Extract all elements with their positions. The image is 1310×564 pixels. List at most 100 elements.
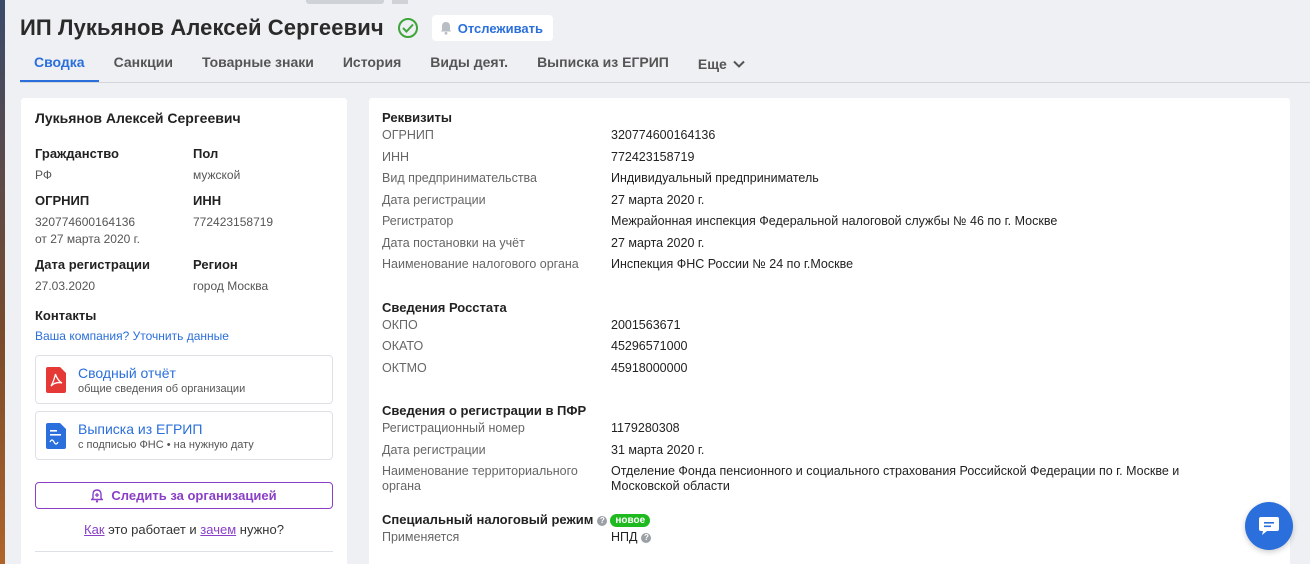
- summary-report-subtitle: общие сведения об организации: [78, 382, 246, 395]
- row-value: Отделение Фонда пенсионного и социальног…: [611, 464, 1180, 493]
- pdf-icon: [46, 366, 66, 393]
- page-title: ИП Лукьянов Алексей Сергеевич: [20, 15, 384, 40]
- egrip-extract-button[interactable]: Выписка из ЕГРИП с подписью ФНС • на нуж…: [35, 411, 333, 460]
- contacts-label: Контакты: [35, 308, 97, 323]
- row-key: ОКТМО: [382, 360, 427, 375]
- why-link[interactable]: зачем: [200, 522, 236, 537]
- row-value: Межрайонная инспекция Федеральной налого…: [611, 214, 1058, 228]
- citizenship-cell: Гражданство РФ: [35, 146, 193, 184]
- rosstat-list: ОКПО 2001563671 ОКАТО 45296571000 ОКТМО 459…: [382, 318, 1277, 383]
- row-value: 1179280308: [611, 421, 680, 435]
- regdate-cell: Дата регистрации 27.03.2020: [35, 257, 193, 295]
- help-icon[interactable]: ?: [641, 533, 652, 543]
- help-icon[interactable]: ?: [597, 516, 608, 526]
- region-label: Регион: [193, 257, 238, 272]
- gender-label: Пол: [193, 146, 219, 161]
- row-key: Дата постановки на учёт: [382, 235, 525, 250]
- list-item: Наименование налогового органа Инспекция …: [382, 257, 1277, 279]
- list-item: Дата постановки на учёт 27 марта 2020 г.: [382, 236, 1277, 258]
- ogrnip-value: 320774600164136: [35, 215, 136, 229]
- list-item: ОГРНИП 320774600164136: [382, 128, 1277, 150]
- row-key: Регистрационный номер: [382, 421, 525, 435]
- row-value: Инспекция ФНС России № 24 по г.Москве: [611, 257, 854, 271]
- top-scroll-stub-small: [392, 0, 408, 4]
- tab-summary[interactable]: Сводка: [20, 46, 99, 82]
- row-value: 772423158719: [611, 149, 695, 164]
- summary-report-button[interactable]: Сводный отчёт общие сведения об организа…: [35, 355, 333, 404]
- bell-plus-icon: [91, 488, 104, 503]
- tax-regime-title: Специальный налоговый режим: [382, 512, 594, 527]
- row-value: 320774600164136: [611, 128, 716, 142]
- chat-bubble-icon: [1259, 517, 1279, 535]
- requisites-title: Реквизиты: [382, 110, 452, 125]
- follow-organization-button[interactable]: Следить за организацией: [35, 482, 333, 509]
- summary-report-title: Сводный отчёт: [78, 364, 176, 381]
- row-key: Дата регистрации: [382, 442, 486, 457]
- row-value: 27 марта 2020 г.: [611, 192, 705, 207]
- person-facts: Гражданство РФ Пол мужской ОГРНИП 320774…: [35, 146, 333, 304]
- document-icon: [46, 422, 66, 449]
- window-edge: [0, 0, 5, 564]
- ogrnip-cell: ОГРНИП 320774600164136 от 27 марта 2020 …: [35, 193, 193, 248]
- tab-more[interactable]: Еще: [684, 46, 759, 82]
- list-item: ОКТМО 45918000000: [382, 361, 1277, 383]
- row-key: ИНН: [382, 149, 410, 164]
- row-value: 45918000000: [611, 360, 688, 375]
- egrip-extract-title: Выписка из ЕГРИП: [78, 420, 203, 437]
- row-key: Наименование территориального органа: [382, 464, 578, 493]
- row-key: Применяется: [382, 530, 460, 544]
- chevron-down-icon: [733, 60, 745, 68]
- row-key: Дата регистрации: [382, 192, 486, 207]
- list-item: Регистратор Межрайонная инспекция Федерал…: [382, 214, 1277, 236]
- bell-icon: [440, 22, 451, 35]
- new-badge: новое: [610, 514, 651, 527]
- how-end-text: нужно?: [236, 522, 284, 537]
- row-key: ОКПО: [382, 317, 418, 332]
- tab-history[interactable]: История: [329, 46, 415, 82]
- pfr-list: Регистрационный номер 1179280308 Дата рег…: [382, 421, 1277, 493]
- tab-trademarks[interactable]: Товарные знаки: [188, 46, 328, 82]
- top-scroll-stub: [306, 0, 384, 4]
- how-link[interactable]: Как: [84, 522, 105, 537]
- row-key: ОГРНИП: [382, 128, 434, 142]
- card-divider: [35, 551, 333, 552]
- tab-sanctions[interactable]: Санкции: [100, 46, 187, 82]
- egrip-extract-subtitle: с подписью ФНС • на нужную дату: [78, 438, 254, 451]
- list-item: Регистрационный номер 1179280308: [382, 421, 1277, 443]
- regdate-label: Дата регистрации: [35, 257, 151, 272]
- row-key: Вид предпринимательства: [382, 171, 537, 185]
- inn-cell: ИНН 772423158719: [193, 193, 333, 248]
- row-value: Индивидуальный предприниматель: [611, 171, 819, 185]
- details-card: Реквизиты ОГРНИП 320774600164136 ИНН 77242…: [369, 98, 1290, 564]
- list-item: ИНН 772423158719: [382, 150, 1277, 172]
- inn-value: 772423158719: [193, 215, 274, 229]
- tab-egrip-extract[interactable]: Выписка из ЕГРИП: [523, 46, 683, 82]
- summary-card: Лукьянов Алексей Сергеевич Гражданство Р…: [21, 98, 347, 564]
- region-cell: Регион город Москва: [193, 257, 333, 295]
- tax-regime-heading: Специальный налоговый режим? новое: [382, 512, 1277, 530]
- region-value: город Москва: [193, 279, 269, 293]
- list-item: Дата регистрации 27 марта 2020 г.: [382, 193, 1277, 215]
- row-value: 31 марта 2020 г.: [611, 442, 705, 457]
- row-key: ОКАТО: [382, 339, 424, 353]
- row-value: 27 марта 2020 г.: [611, 235, 705, 250]
- citizenship-label: Гражданство: [35, 146, 119, 161]
- list-item: Дата регистрации 31 марта 2020 г.: [382, 443, 1277, 465]
- pfr-title: Сведения о регистрации в ПФР: [382, 403, 587, 418]
- list-item: Применяется НПД?: [382, 530, 1277, 552]
- tab-more-label: Еще: [697, 56, 727, 72]
- chat-button[interactable]: [1245, 502, 1293, 550]
- track-button[interactable]: Отслеживать: [431, 15, 554, 41]
- ogrnip-label: ОГРНИП: [35, 193, 90, 208]
- tab-bar: Сводка Санкции Товарные знаки История Ви…: [20, 46, 1310, 83]
- rosstat-title: Сведения Росстата: [382, 299, 507, 315]
- row-value: 45296571000: [611, 339, 688, 353]
- tab-activities[interactable]: Виды деят.: [416, 46, 522, 82]
- follow-organization-label: Следить за организацией: [111, 488, 277, 503]
- citizenship-value: РФ: [35, 168, 52, 182]
- gender-cell: Пол мужской: [193, 146, 333, 184]
- regdate-value: 27.03.2020: [35, 279, 96, 293]
- list-item: Вид предпринимательства Индивидуальный пр…: [382, 171, 1277, 193]
- clarify-data-link[interactable]: Ваша компания? Уточнить данные: [35, 329, 333, 343]
- requisites-list: ОГРНИП 320774600164136 ИНН 772423158719 Ви…: [382, 128, 1277, 279]
